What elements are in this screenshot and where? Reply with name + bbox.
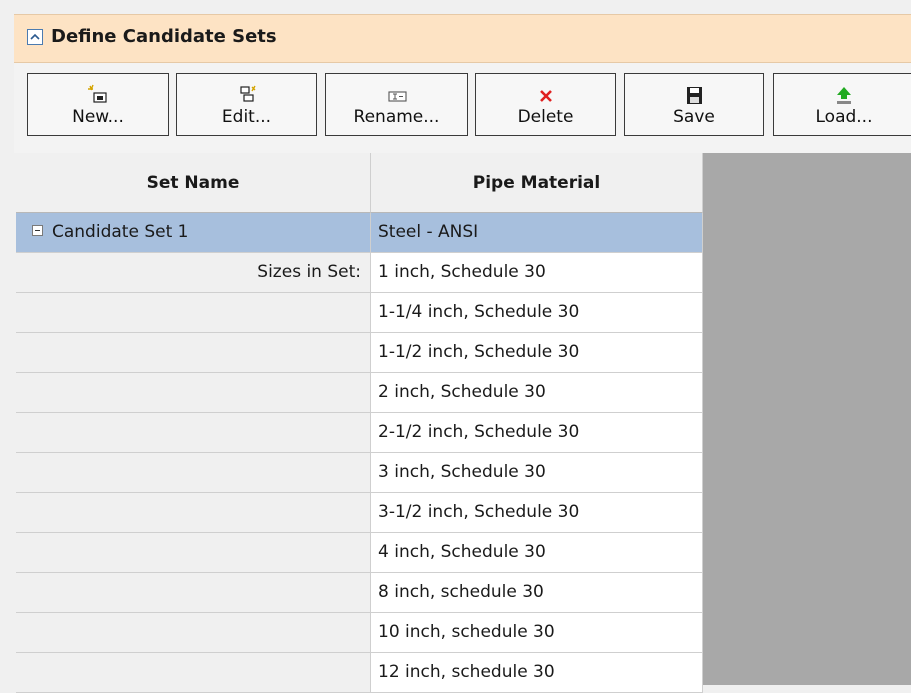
table-row[interactable]: 3-1/2 inch, Schedule 30 (16, 493, 703, 533)
size-cell[interactable]: 12 inch, schedule 30 (371, 653, 703, 693)
empty-cell (16, 493, 371, 533)
rename-button[interactable]: Rename... (325, 73, 468, 136)
new-set-icon (88, 84, 107, 103)
size-cell[interactable]: 10 inch, schedule 30 (371, 613, 703, 653)
size-cell[interactable]: 1-1/4 inch, Schedule 30 (371, 293, 703, 333)
column-header-set-name[interactable]: Set Name (16, 153, 371, 213)
size-cell[interactable]: 8 inch, schedule 30 (371, 573, 703, 613)
load-button[interactable]: Load... (773, 73, 911, 136)
empty-cell (16, 413, 371, 453)
set-name-cell[interactable]: Candidate Set 1 (16, 213, 371, 253)
column-header-pipe-material[interactable]: Pipe Material (371, 153, 703, 213)
size-cell[interactable]: 1 inch, Schedule 30 (371, 253, 703, 293)
empty-cell (16, 373, 371, 413)
size-cell[interactable]: 2-1/2 inch, Schedule 30 (371, 413, 703, 453)
set-name: Candidate Set 1 (52, 222, 189, 242)
new-button[interactable]: New... (27, 73, 169, 136)
collapse-icon[interactable] (27, 29, 43, 45)
panel-title: Define Candidate Sets (51, 26, 277, 47)
set-material-cell[interactable]: Steel - ANSI (371, 213, 703, 253)
header-row: Set Name Pipe Material (16, 153, 703, 213)
empty-cell (16, 653, 371, 693)
table-row[interactable]: 1-1/4 inch, Schedule 30 (16, 293, 703, 333)
table-row[interactable]: 8 inch, schedule 30 (16, 573, 703, 613)
size-cell[interactable]: 4 inch, Schedule 30 (371, 533, 703, 573)
table-row[interactable]: 3 inch, Schedule 30 (16, 453, 703, 493)
empty-cell (16, 533, 371, 573)
empty-cell (16, 573, 371, 613)
size-cell[interactable]: 3 inch, Schedule 30 (371, 453, 703, 493)
delete-button[interactable]: Delete (475, 73, 616, 136)
empty-cell (16, 453, 371, 493)
empty-cell (16, 293, 371, 333)
delete-x-icon (539, 90, 552, 102)
size-cell[interactable]: 1-1/2 inch, Schedule 30 (371, 333, 703, 373)
size-cell[interactable]: 3-1/2 inch, Schedule 30 (371, 493, 703, 533)
table-row[interactable]: 1-1/2 inch, Schedule 30 (16, 333, 703, 373)
table-row[interactable]: 2-1/2 inch, Schedule 30 (16, 413, 703, 453)
sizes-label: Sizes in Set: (16, 253, 371, 293)
floppy-disk-icon (687, 87, 702, 104)
empty-cell (16, 613, 371, 653)
rename-icon (387, 91, 407, 102)
load-arrow-icon (837, 87, 851, 104)
table-row[interactable]: Sizes in Set: 1 inch, Schedule 30 (16, 253, 703, 293)
empty-grid-area (703, 153, 911, 685)
set-row[interactable]: Candidate Set 1 Steel - ANSI (16, 213, 703, 253)
table-row[interactable]: 2 inch, Schedule 30 (16, 373, 703, 413)
toolbar: New... Edit... Rename... Delete Save Loa… (14, 63, 911, 153)
table-row[interactable]: 10 inch, schedule 30 (16, 613, 703, 653)
edit-button[interactable]: Edit... (176, 73, 317, 136)
edit-set-icon (239, 85, 256, 102)
panel-header: Define Candidate Sets (14, 14, 911, 63)
collapse-tree-icon[interactable] (32, 225, 43, 236)
table-row[interactable]: 12 inch, schedule 30 (16, 653, 703, 693)
table-row[interactable]: 4 inch, Schedule 30 (16, 533, 703, 573)
empty-cell (16, 333, 371, 373)
size-cell[interactable]: 2 inch, Schedule 30 (371, 373, 703, 413)
save-button[interactable]: Save (624, 73, 764, 136)
